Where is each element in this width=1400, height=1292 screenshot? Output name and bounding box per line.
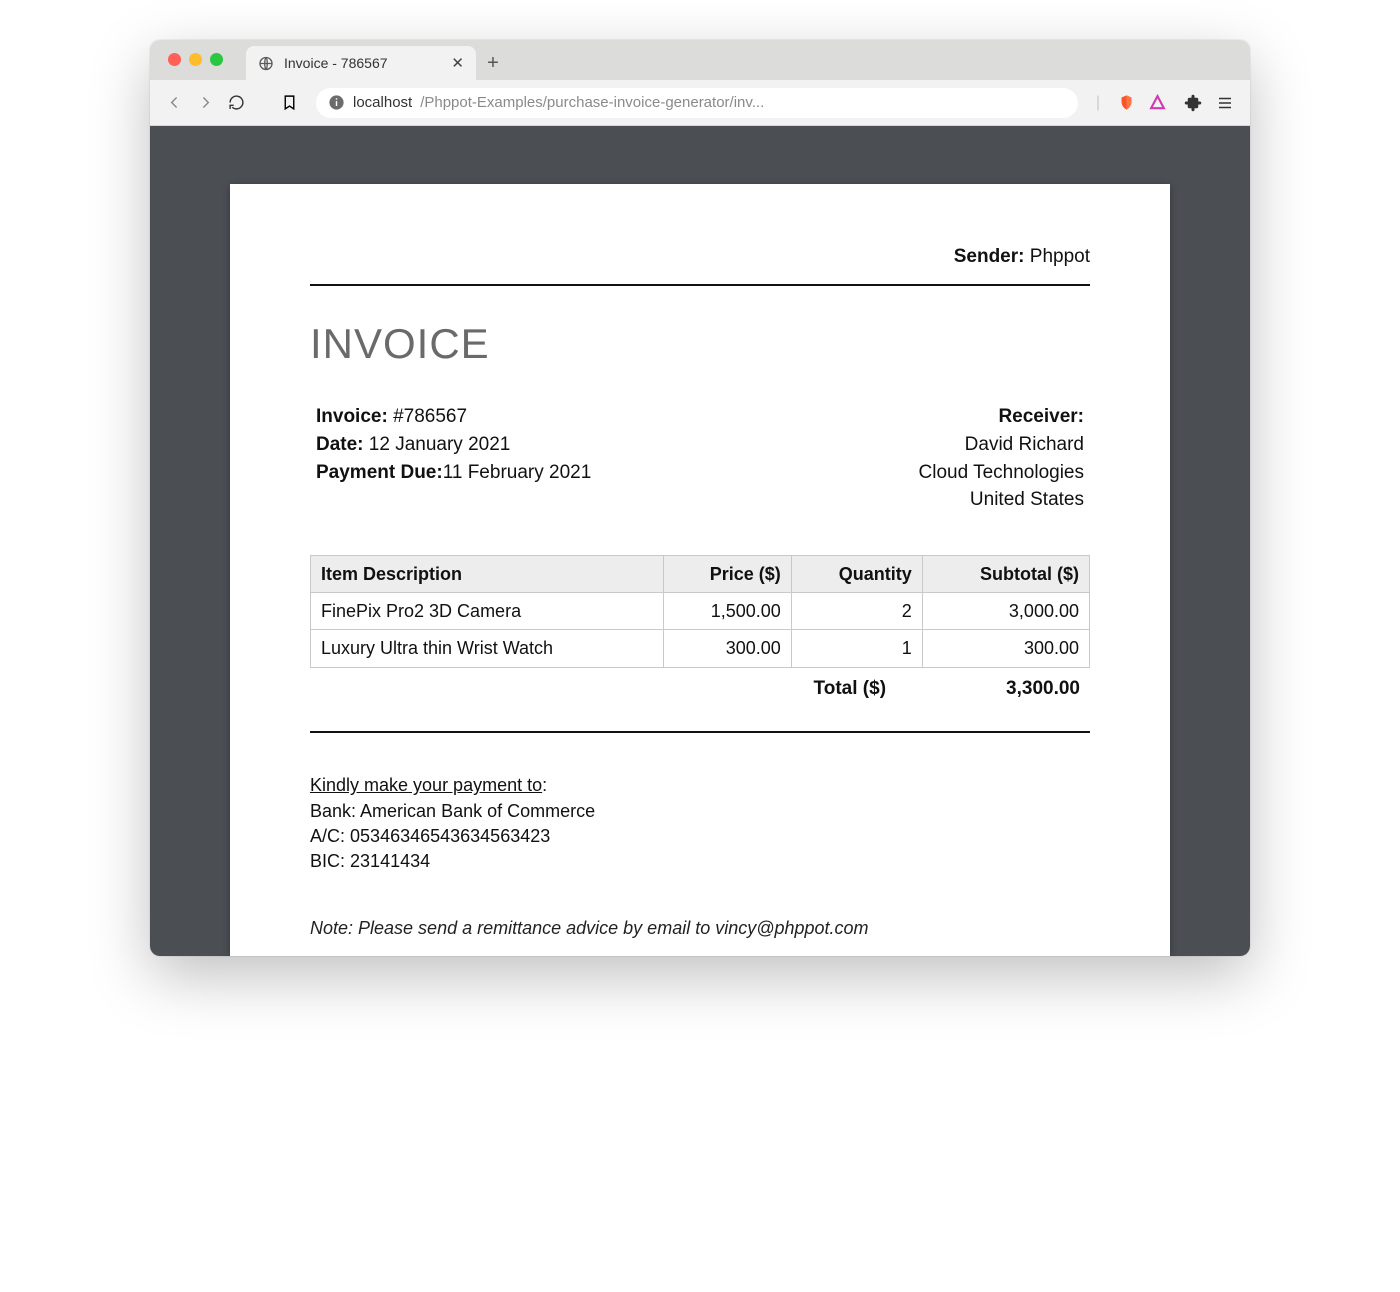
bic-label: BIC: xyxy=(310,851,345,871)
item-qty: 2 xyxy=(791,593,922,630)
forward-button[interactable] xyxy=(197,94,214,111)
meta-right: Receiver: David Richard Cloud Technologi… xyxy=(919,402,1085,515)
invoice-page: Sender: Phppot INVOICE Invoice: #786567 … xyxy=(230,184,1170,956)
item-subtotal: 300.00 xyxy=(922,630,1089,667)
page-viewport[interactable]: Sender: Phppot INVOICE Invoice: #786567 … xyxy=(150,126,1250,956)
close-tab-button[interactable]: ✕ xyxy=(451,54,464,72)
extensions-area xyxy=(1118,94,1166,111)
browser-tab[interactable]: Invoice - 786567 ✕ xyxy=(246,46,476,80)
col-quantity: Quantity xyxy=(791,555,922,592)
sender-label: Sender: xyxy=(954,246,1025,267)
receiver-org: Cloud Technologies xyxy=(919,460,1085,486)
date-value: 12 January 2021 xyxy=(369,434,511,455)
address-bar[interactable]: localhost/Phppot-Examples/purchase-invoi… xyxy=(316,88,1078,118)
receiver-country: United States xyxy=(919,487,1085,513)
col-price: Price ($) xyxy=(663,555,791,592)
payment-heading: Kindly make your payment to xyxy=(310,775,542,795)
bank-name: American Bank of Commerce xyxy=(360,801,595,821)
items-table: Item Description Price ($) Quantity Subt… xyxy=(310,555,1090,668)
remittance-note: Note: Please send a remittance advice by… xyxy=(310,916,1090,940)
sender-name: Phppot xyxy=(1030,246,1090,267)
item-price: 300.00 xyxy=(663,630,791,667)
meta-left: Invoice: #786567 Date: 12 January 2021 P… xyxy=(316,402,591,487)
site-info-icon[interactable] xyxy=(328,94,345,111)
item-price: 1,500.00 xyxy=(663,593,791,630)
maximize-window-button[interactable] xyxy=(210,53,223,66)
extensions-button[interactable] xyxy=(1184,94,1202,112)
total-value: 3,300.00 xyxy=(1006,676,1080,702)
reload-button[interactable] xyxy=(228,94,245,111)
item-desc: Luxury Ultra thin Wrist Watch xyxy=(311,630,664,667)
divider xyxy=(310,284,1090,286)
date-label: Date: xyxy=(316,434,364,455)
table-header-row: Item Description Price ($) Quantity Subt… xyxy=(311,555,1090,592)
item-subtotal: 3,000.00 xyxy=(922,593,1089,630)
menu-button[interactable] xyxy=(1216,94,1234,112)
table-row: FinePix Pro2 3D Camera1,500.0023,000.00 xyxy=(311,593,1090,630)
invoice-meta: Invoice: #786567 Date: 12 January 2021 P… xyxy=(310,402,1090,515)
window-titlebar: Invoice - 786567 ✕ + xyxy=(150,40,1250,80)
invoice-number-label: Invoice: xyxy=(316,406,388,427)
receiver-label: Receiver: xyxy=(998,406,1084,427)
url-host: localhost xyxy=(353,94,412,111)
due-label: Payment Due: xyxy=(316,462,443,483)
url-path: /Phppot-Examples/purchase-invoice-genera… xyxy=(420,94,764,111)
total-label: Total ($) xyxy=(814,676,886,702)
toolbar-right xyxy=(1184,94,1234,112)
bic-value: 23141434 xyxy=(350,851,430,871)
new-tab-button[interactable]: + xyxy=(476,46,510,80)
bank-label: Bank: xyxy=(310,801,356,821)
tab-title: Invoice - 786567 xyxy=(284,55,388,71)
item-qty: 1 xyxy=(791,630,922,667)
invoice-title: INVOICE xyxy=(310,316,1090,373)
globe-icon xyxy=(258,55,274,71)
divider xyxy=(310,731,1090,733)
col-subtotal: Subtotal ($) xyxy=(922,555,1089,592)
browser-window: Invoice - 786567 ✕ + localhost/Phppot-Ex… xyxy=(150,40,1250,956)
browser-toolbar: localhost/Phppot-Examples/purchase-invoi… xyxy=(150,80,1250,126)
invoice-number: #786567 xyxy=(393,406,467,427)
receiver-name: David Richard xyxy=(919,432,1085,458)
close-window-button[interactable] xyxy=(168,53,181,66)
ac-value: 05346346543634563423 xyxy=(350,826,550,846)
ac-label: A/C: xyxy=(310,826,345,846)
window-controls xyxy=(168,53,223,66)
due-value: 11 February 2021 xyxy=(443,462,592,483)
nav-controls xyxy=(166,94,245,111)
brave-shield-icon[interactable] xyxy=(1118,94,1135,111)
table-row: Luxury Ultra thin Wrist Watch300.001300.… xyxy=(311,630,1090,667)
back-button[interactable] xyxy=(166,94,183,111)
col-description: Item Description xyxy=(311,555,664,592)
sender-row: Sender: Phppot xyxy=(310,244,1090,284)
triangle-extension-icon[interactable] xyxy=(1149,94,1166,111)
bookmark-button[interactable] xyxy=(281,94,298,111)
minimize-window-button[interactable] xyxy=(189,53,202,66)
item-desc: FinePix Pro2 3D Camera xyxy=(311,593,664,630)
total-row: Total ($) 3,300.00 xyxy=(310,668,1090,712)
payment-instructions: Kindly make your payment to: Bank: Ameri… xyxy=(310,773,1090,873)
